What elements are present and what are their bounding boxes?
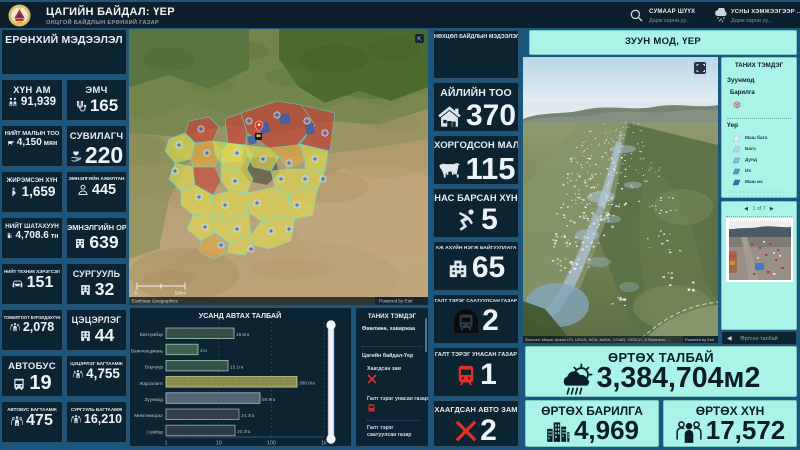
svg-text:308.8га: 308.8га — [299, 381, 315, 386]
svg-text:Зуунмод: Зуунмод — [144, 397, 163, 402]
svg-text:Баянчандмань: Баянчандмань — [131, 348, 164, 353]
svg-text:Powered by Esri: Powered by Esri — [685, 337, 714, 342]
svg-text:24.3га: 24.3га — [241, 413, 255, 418]
svg-text:Sources: Maxar, Airbus DS, USG: Sources: Maxar, Airbus DS, USGS, NGA, NA… — [525, 337, 670, 342]
svg-text:⇱: ⇱ — [417, 36, 422, 43]
svg-text:20.3га: 20.3га — [237, 429, 251, 434]
svg-text:Powered by Esri: Powered by Esri — [379, 299, 412, 304]
svg-text:100: 100 — [267, 441, 276, 447]
svg-text:Мөнгөнморьт: Мөнгөнморьт — [134, 413, 164, 418]
svg-text:19.6га: 19.6га — [236, 332, 250, 337]
svg-text:1: 1 — [164, 441, 167, 447]
svg-text:Батсүмбэр: Батсүмбэр — [140, 332, 164, 337]
svg-text:Earthstar Geographics: Earthstar Geographics — [132, 299, 179, 304]
svg-text:Борнуур: Борнуур — [145, 365, 164, 370]
svg-text:4га: 4га — [200, 348, 207, 353]
svg-text:59.9га: 59.9га — [262, 397, 276, 402]
svg-text:15.1га: 15.1га — [230, 364, 244, 369]
svg-text:1k: 1k — [321, 441, 327, 447]
svg-text:Жаргалант: Жаргалант — [139, 381, 164, 386]
svg-text:Сүмбэр: Сүмбэр — [146, 429, 163, 434]
svg-text:УСАНД АВТАХ ТАЛБАЙ: УСАНД АВТАХ ТАЛБАЙ — [199, 311, 282, 320]
svg-text:50km: 50km — [175, 291, 186, 296]
svg-text:10: 10 — [216, 441, 222, 447]
